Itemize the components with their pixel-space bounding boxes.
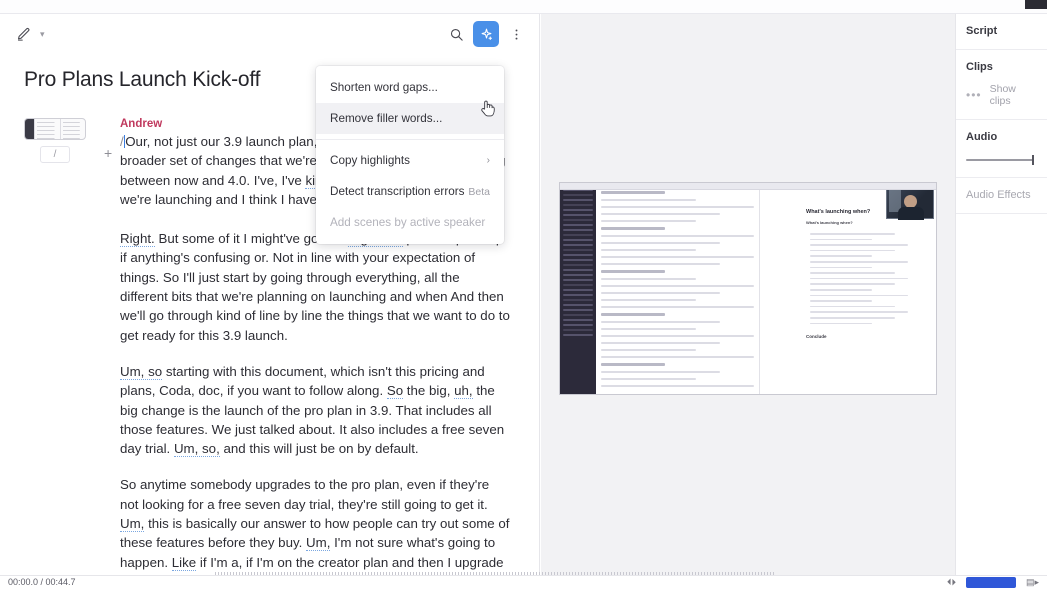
show-clips-row[interactable]: ••• Show clips [966, 83, 1037, 107]
top-window-strip [0, 0, 1047, 14]
ai-sparkle-icon[interactable] [473, 21, 499, 47]
sidebar-section-clips: Clips ••• Show clips [956, 50, 1047, 120]
volume-slider[interactable] [966, 155, 1037, 165]
scene-thumb-pane-right [59, 119, 85, 139]
playhead-icon[interactable]: ⏴⏵ [947, 577, 956, 588]
sidebar-section-audio-effects[interactable]: Audio Effects [956, 178, 1047, 214]
script-editor-panel: ▾ Pro Plans Launch Kick-off / + Andrew /… [0, 14, 540, 575]
playback-bar-right-group: ⏴⏵ ▤▸ [947, 577, 1039, 588]
menu-separator [316, 139, 504, 140]
video-preview-frame[interactable]: What's launching when? What's launching … [559, 182, 937, 395]
show-clips-label: Show clips [989, 83, 1016, 107]
pencil-icon[interactable] [10, 21, 36, 47]
volume-slider-handle[interactable] [1032, 155, 1034, 165]
chevron-right-icon: › [486, 155, 490, 166]
menu-item-label: Copy highlights [330, 154, 410, 167]
transcript-paragraph[interactable]: Um, so starting with this document, whic… [120, 362, 511, 458]
menu-item-label: Shorten word gaps... [330, 81, 438, 94]
menu-item-copy-highlights[interactable]: Copy highlights › [316, 145, 504, 176]
sidebar-section-title: Audio Effects [966, 189, 1031, 201]
search-icon[interactable] [443, 21, 469, 47]
volume-slider-track [966, 159, 1033, 161]
app-root: ▾ Pro Plans Launch Kick-off / + Andrew /… [0, 0, 1047, 589]
export-button[interactable] [965, 577, 1016, 588]
shared-doc-subheading: What's launching when? [806, 220, 853, 225]
shared-doc-table [596, 183, 760, 394]
transcript-paragraph[interactable]: So anytime somebody upgrades to the pro … [120, 475, 511, 575]
video-preview-panel: What's launching when? What's launching … [541, 14, 955, 575]
menu-item-detect-transcription-errors[interactable]: Detect transcription errors Beta [316, 176, 504, 207]
layers-icon[interactable]: ▤▸ [1026, 577, 1039, 588]
beta-badge: Beta [468, 185, 490, 198]
properties-sidebar: Script Clips ••• Show clips Audio Audio … [955, 14, 1047, 575]
scene-slash-button[interactable]: / [40, 146, 70, 163]
scene-thumb-sidebar [25, 119, 34, 139]
toolbar-left-group: ▾ [10, 21, 45, 47]
menu-item-label: Remove filler words... [330, 112, 443, 125]
toolbar-right-group [443, 21, 529, 47]
menu-item-shorten-word-gaps[interactable]: Shorten word gaps... [316, 72, 504, 103]
sidebar-section-audio: Audio [956, 120, 1047, 178]
transcript-paragraph[interactable]: Right. But some of it I might've gotten.… [120, 229, 511, 345]
shared-doc-footer: Conclude [806, 334, 827, 340]
more-options-icon[interactable]: ••• [966, 88, 982, 102]
sidebar-section-title: Script [966, 25, 998, 37]
menu-item-remove-filler-words[interactable]: Remove filler words... [316, 103, 504, 134]
ai-actions-menu: Shorten word gaps... Remove filler words… [316, 66, 504, 244]
menu-item-label: Detect transcription errors [330, 185, 465, 198]
scene-thumb-pane-left [34, 119, 60, 139]
menu-item-label: Add scenes by active speaker [330, 216, 486, 229]
top-right-indicator [1025, 0, 1047, 9]
scene-gutter: / [24, 118, 96, 163]
three-dot-menu-icon[interactable] [503, 21, 529, 47]
sidebar-section-title: Clips [966, 61, 993, 73]
scene-thumbnail[interactable] [24, 118, 86, 140]
sidebar-section-title: Audio [966, 131, 998, 143]
timecode-display: 00:00.0 / 00:44.7 [8, 577, 76, 587]
shared-app-sidebar [560, 183, 596, 394]
editor-toolbar: ▾ [0, 14, 539, 54]
menu-item-add-scenes-by-active-speaker: Add scenes by active speaker [316, 207, 504, 238]
playback-bar: 00:00.0 / 00:44.7 ⏴⏵ ▤▸ [0, 575, 1047, 589]
shared-screen-titlebar [560, 183, 936, 190]
sidebar-section-script[interactable]: Script [956, 14, 1047, 50]
avatar-torso [898, 207, 924, 220]
add-scene-button[interactable]: + [104, 145, 112, 161]
participant-video-tile [886, 185, 934, 220]
chevron-down-icon[interactable]: ▾ [40, 29, 45, 40]
